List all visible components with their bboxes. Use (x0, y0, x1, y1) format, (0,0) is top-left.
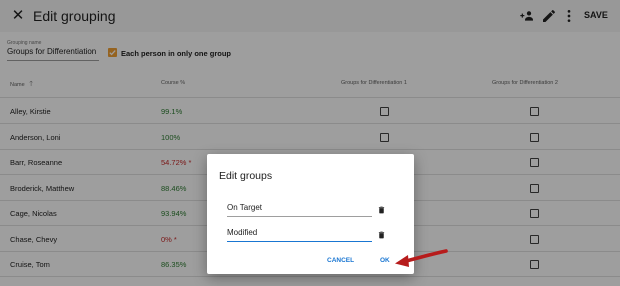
dialog-title: Edit groups (219, 170, 273, 182)
cancel-button[interactable]: CANCEL (327, 257, 354, 264)
group-name-input-2[interactable]: Modified (227, 228, 372, 242)
trash-icon[interactable] (377, 230, 386, 240)
group-name-input-1[interactable]: On Target (227, 203, 372, 217)
ok-button[interactable]: OK (380, 257, 390, 264)
trash-icon[interactable] (377, 205, 386, 215)
annotation-arrow-icon (395, 249, 448, 267)
edit-groups-dialog: Edit groups On Target Modified CANCEL OK (207, 154, 414, 274)
